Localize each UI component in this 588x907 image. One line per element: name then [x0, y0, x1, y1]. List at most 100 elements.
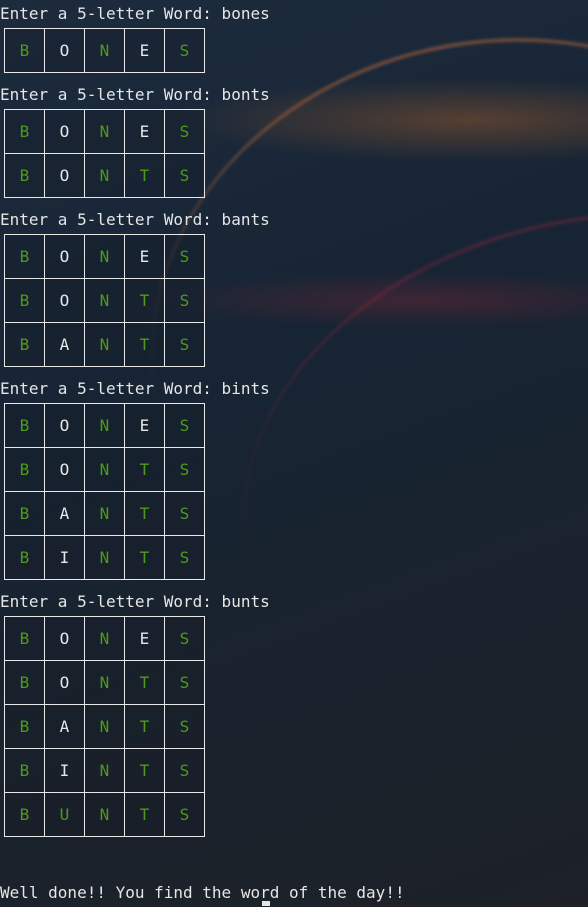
letter-cell-correct: T	[124, 447, 165, 492]
letter-grid: BONES	[4, 28, 205, 73]
grid-row: BONES	[4, 616, 205, 661]
grid-row: BONTS	[4, 447, 205, 492]
letter-cell-correct: S	[164, 322, 205, 367]
letter-cell-correct: B	[4, 660, 45, 705]
letter-cell: E	[124, 616, 165, 661]
letter-grid: BONESBONTSBANTS	[4, 234, 205, 367]
letter-cell-correct: S	[164, 748, 205, 793]
letter-cell-correct: N	[84, 322, 125, 367]
letter-cell-correct: B	[4, 28, 45, 73]
letter-cell-correct: S	[164, 704, 205, 749]
guess-turn: Enter a 5-letter Word: bants B O N E S B O N T S B A…	[0, 206, 588, 367]
letter-cell-correct: N	[84, 491, 125, 536]
letter-cell: O	[44, 234, 85, 279]
letter-cell-correct: T	[124, 491, 165, 536]
letter-cell-correct: N	[84, 704, 125, 749]
letter-cell-correct: B	[4, 616, 45, 661]
grid-row: BINTS	[4, 748, 205, 793]
letter-cell: O	[44, 403, 85, 448]
grid-row: BONES	[4, 234, 205, 279]
letter-cell-correct: T	[124, 278, 165, 323]
letter-grid: BONESBONTSBANTSBINTSBUNTS	[4, 616, 205, 837]
final-message: Well done!! You find the word of the day…	[0, 883, 405, 902]
grid-row: BANTS	[4, 322, 205, 367]
grid-row: BONTS	[4, 278, 205, 323]
letter-cell: O	[44, 109, 85, 154]
letter-cell-correct: B	[4, 403, 45, 448]
grid-row: BONTS	[4, 153, 205, 198]
letter-cell-correct: T	[124, 704, 165, 749]
letter-cell-correct: T	[124, 660, 165, 705]
grid-row: BUNTS	[4, 792, 205, 837]
letter-cell-correct: S	[164, 234, 205, 279]
letter-cell-correct: T	[124, 153, 165, 198]
letter-cell-correct: S	[164, 660, 205, 705]
letter-cell-correct: B	[4, 109, 45, 154]
letter-cell: O	[44, 278, 85, 323]
grid-row: BONTS	[4, 660, 205, 705]
letter-cell-correct: N	[84, 234, 125, 279]
letter-cell: E	[124, 109, 165, 154]
input-prompt: Enter a 5-letter Word: bunts	[0, 592, 270, 611]
letter-cell-correct: S	[164, 792, 205, 837]
grid-row: BINTS	[4, 535, 205, 580]
letter-cell-correct: N	[84, 403, 125, 448]
letter-cell-correct: N	[84, 748, 125, 793]
letter-cell-correct: B	[4, 748, 45, 793]
letter-cell: I	[44, 535, 85, 580]
letter-cell-correct: B	[4, 322, 45, 367]
letter-cell-correct: T	[124, 322, 165, 367]
letter-cell: A	[44, 704, 85, 749]
letter-cell: O	[44, 447, 85, 492]
grid-row: BONES	[4, 109, 205, 154]
letter-cell-correct: N	[84, 616, 125, 661]
letter-cell: E	[124, 28, 165, 73]
letter-cell: O	[44, 660, 85, 705]
letter-cell: A	[44, 322, 85, 367]
letter-cell-correct: N	[84, 28, 125, 73]
guess-turn: Enter a 5-letter Word: bonts B O N E S B O N T S	[0, 81, 588, 198]
letter-cell-correct: N	[84, 447, 125, 492]
letter-cell-correct: T	[124, 748, 165, 793]
letter-cell-correct: S	[164, 616, 205, 661]
letter-cell-correct: S	[164, 535, 205, 580]
letter-cell-correct: B	[4, 278, 45, 323]
guess-turn: Enter a 5-letter Word: bones B O N E S	[0, 0, 588, 73]
input-prompt: Enter a 5-letter Word: bonts	[0, 85, 270, 104]
letter-cell: A	[44, 491, 85, 536]
letter-grid: BONESBONTSBANTSBINTS	[4, 403, 205, 580]
letter-cell-correct: S	[164, 491, 205, 536]
grid-row: BANTS	[4, 704, 205, 749]
letter-cell-correct: B	[4, 491, 45, 536]
guess-turn: Enter a 5-letter Word: bints B O N E S B O N T S B A…	[0, 375, 588, 580]
letter-cell-correct: B	[4, 792, 45, 837]
letter-cell: E	[124, 403, 165, 448]
letter-cell-correct: T	[124, 792, 165, 837]
letter-cell: E	[124, 234, 165, 279]
letter-cell-correct: T	[124, 535, 165, 580]
letter-cell-correct: S	[164, 278, 205, 323]
input-prompt: Enter a 5-letter Word: bants	[0, 210, 270, 229]
letter-cell-correct: B	[4, 704, 45, 749]
guess-turn: Enter a 5-letter Word: bunts B O N E S B O N T S B A…	[0, 588, 588, 837]
grid-row: BONES	[4, 28, 205, 73]
letter-cell-correct: N	[84, 153, 125, 198]
letter-cell-correct: N	[84, 535, 125, 580]
letter-cell-correct: B	[4, 447, 45, 492]
letter-cell-correct: N	[84, 278, 125, 323]
grid-row: BONES	[4, 403, 205, 448]
input-prompt: Enter a 5-letter Word: bints	[0, 379, 270, 398]
letter-cell: O	[44, 28, 85, 73]
letter-cell-correct: N	[84, 660, 125, 705]
letter-cell-correct: N	[84, 792, 125, 837]
letter-grid: BONESBONTS	[4, 109, 205, 198]
letter-cell: I	[44, 748, 85, 793]
terminal-output: Enter a 5-letter Word: bones B O N E S Enter a…	[0, 0, 588, 845]
letter-cell-correct: U	[44, 792, 85, 837]
letter-cell-correct: S	[164, 403, 205, 448]
letter-cell-correct: B	[4, 153, 45, 198]
letter-cell-correct: B	[4, 535, 45, 580]
letter-cell-correct: S	[164, 153, 205, 198]
letter-cell-correct: S	[164, 28, 205, 73]
grid-row: BANTS	[4, 491, 205, 536]
